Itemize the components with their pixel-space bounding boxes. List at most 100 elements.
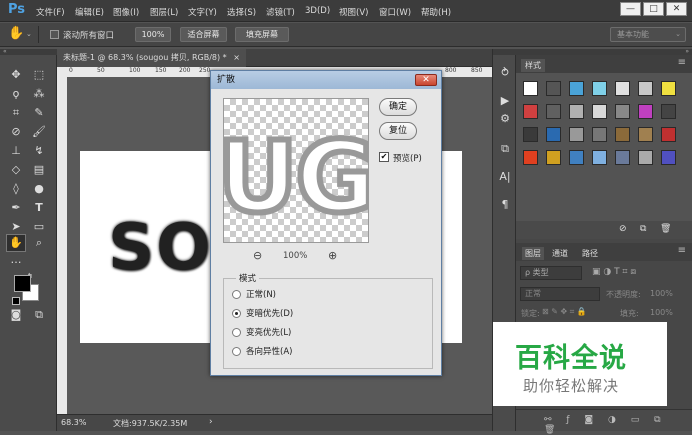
close-window-button[interactable]: ✕: [666, 2, 687, 16]
style-swatch[interactable]: [638, 81, 653, 96]
properties-panel-icon[interactable]: ⚙: [496, 111, 514, 127]
dialog-titlebar[interactable]: 扩散 ✕: [211, 71, 441, 89]
style-swatch[interactable]: [569, 127, 584, 142]
filter-preview[interactable]: UG: [223, 98, 369, 243]
screen-mode-icon[interactable]: ⧉: [30, 307, 48, 323]
zoom-tool-icon[interactable]: ⌕: [30, 235, 48, 251]
style-swatch[interactable]: [638, 127, 653, 142]
document-tab[interactable]: 未标题-1 @ 68.3% (sougou 拷贝, RGB/8) * ×: [57, 49, 246, 67]
eraser-tool-icon[interactable]: ◇: [7, 162, 25, 178]
panel-menu-icon[interactable]: ≡: [678, 57, 686, 68]
hand-tool-icon[interactable]: ✋: [8, 26, 24, 41]
menu-file[interactable]: 文件(F): [36, 6, 65, 18]
mode-anisotropic-radio[interactable]: [232, 347, 241, 356]
actions-panel-icon[interactable]: ▶: [496, 93, 514, 109]
zoom-out-icon[interactable]: ⊖: [253, 249, 262, 262]
quick-mask-icon[interactable]: ◙: [7, 307, 25, 323]
paragraph-panel-icon[interactable]: ¶: [496, 197, 514, 213]
style-swatch[interactable]: [661, 104, 676, 119]
blur-tool-icon[interactable]: ◊: [7, 181, 25, 197]
style-swatch[interactable]: [546, 127, 561, 142]
more-tools-icon[interactable]: …: [7, 252, 25, 268]
rectangle-tool-icon[interactable]: ▭: [30, 219, 48, 235]
lock-icons[interactable]: ⊠ ✎ ✥ ⌗ 🔒: [542, 307, 587, 317]
layer-action-icons[interactable]: ⚯ ƒ ◙ ◑ ▭ ⧉ 🗑: [544, 415, 692, 435]
clone-stamp-tool-icon[interactable]: ⊥: [7, 143, 25, 159]
preview-checkbox[interactable]: ✔: [379, 152, 389, 162]
lasso-tool-icon[interactable]: ϙ: [7, 86, 25, 102]
style-swatch[interactable]: [592, 104, 607, 119]
style-swatch[interactable]: [569, 104, 584, 119]
style-swatch[interactable]: [523, 104, 538, 119]
crop-tool-icon[interactable]: ⌗: [7, 105, 25, 121]
fill-value[interactable]: 100%: [650, 308, 673, 317]
clone-source-panel-icon[interactable]: ⧉: [496, 141, 514, 157]
menu-view[interactable]: 视图(V): [339, 6, 368, 18]
tab-layers[interactable]: 图层: [522, 247, 544, 260]
style-swatch[interactable]: [523, 127, 538, 142]
zoom-100-button[interactable]: 100%: [135, 27, 171, 42]
history-panel-icon[interactable]: ⥁: [496, 65, 514, 81]
panel-collapse-icon[interactable]: «: [0, 49, 57, 55]
style-swatch[interactable]: [546, 150, 561, 165]
fill-screen-button[interactable]: 填充屏幕: [235, 27, 289, 42]
menu-layer[interactable]: 图层(L): [150, 6, 178, 18]
panel-menu-icon[interactable]: ≡: [678, 245, 686, 256]
eyedropper-tool-icon[interactable]: ✎: [30, 105, 48, 121]
minimize-button[interactable]: —: [620, 2, 641, 16]
blend-mode-select[interactable]: 正常: [520, 287, 600, 301]
character-panel-icon[interactable]: A|: [496, 169, 514, 185]
maximize-button[interactable]: □: [643, 2, 664, 16]
style-swatch[interactable]: [615, 81, 630, 96]
layer-kind-filter[interactable]: ρ 类型: [520, 266, 582, 280]
style-swatch[interactable]: [569, 81, 584, 96]
move-tool-icon[interactable]: ✥: [7, 67, 25, 83]
delete-style-icon[interactable]: 🗑: [660, 224, 671, 234]
zoom-in-icon[interactable]: ⊕: [328, 249, 337, 262]
type-tool-icon[interactable]: T: [30, 200, 48, 216]
dodge-tool-icon[interactable]: ●: [30, 181, 48, 197]
opacity-value[interactable]: 100%: [650, 289, 673, 298]
filter-icons[interactable]: ▣ ◑ T ⌗ ⧈: [592, 267, 636, 277]
mode-normal-radio[interactable]: [232, 290, 241, 299]
menu-window[interactable]: 窗口(W): [379, 6, 411, 18]
style-swatch[interactable]: [592, 127, 607, 142]
menu-3d[interactable]: 3D(D): [305, 6, 330, 16]
style-swatch[interactable]: [523, 150, 538, 165]
fit-screen-button[interactable]: 适合屏幕: [180, 27, 227, 42]
status-arrow-icon[interactable]: ›: [209, 417, 213, 427]
brush-tool-icon[interactable]: 🖌: [30, 124, 48, 140]
style-swatch[interactable]: [546, 81, 561, 96]
style-swatch[interactable]: [569, 150, 584, 165]
default-colors-icon[interactable]: [12, 297, 20, 305]
tab-channels[interactable]: 通道: [552, 248, 568, 259]
menu-type[interactable]: 文字(Y): [188, 6, 217, 18]
style-swatch[interactable]: [592, 81, 607, 96]
menu-select[interactable]: 选择(S): [227, 6, 256, 18]
mode-darken-radio[interactable]: [232, 309, 241, 318]
path-selection-tool-icon[interactable]: ➤: [7, 219, 25, 235]
chevron-down-icon[interactable]: ⌄: [26, 30, 32, 38]
workspace-select[interactable]: 基本功能 ⌄: [610, 27, 686, 42]
style-swatch[interactable]: [592, 150, 607, 165]
style-swatch[interactable]: [638, 104, 653, 119]
style-swatch[interactable]: [661, 127, 676, 142]
style-swatch[interactable]: [638, 150, 653, 165]
foreground-color-swatch[interactable]: [14, 275, 31, 292]
menu-filter[interactable]: 滤镜(T): [266, 6, 295, 18]
new-style-icon[interactable]: ⧉: [640, 224, 646, 234]
magic-wand-tool-icon[interactable]: ⁂: [30, 86, 48, 102]
zoom-readout[interactable]: 68.3%: [61, 418, 86, 427]
history-brush-tool-icon[interactable]: ↯: [30, 143, 48, 159]
style-swatch[interactable]: [523, 81, 538, 96]
style-swatch[interactable]: [615, 150, 630, 165]
close-tab-icon[interactable]: ×: [233, 53, 240, 62]
menu-image[interactable]: 图像(I): [113, 6, 139, 18]
style-swatch[interactable]: [661, 81, 676, 96]
hand-tool-icon[interactable]: ✋: [6, 234, 26, 252]
menu-edit[interactable]: 编辑(E): [75, 6, 104, 18]
reset-button[interactable]: 复位: [379, 122, 417, 140]
gradient-tool-icon[interactable]: ▤: [30, 162, 48, 178]
mode-lighten-radio[interactable]: [232, 328, 241, 337]
menu-help[interactable]: 帮助(H): [421, 6, 451, 18]
